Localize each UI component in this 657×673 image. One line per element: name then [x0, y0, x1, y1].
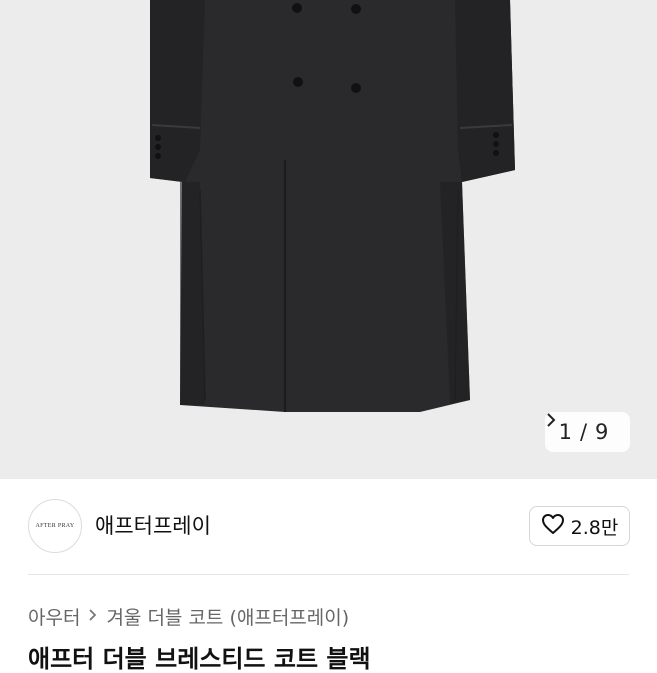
image-counter-current: 1: [558, 420, 572, 444]
product-image-carousel[interactable]: 1 / 9: [0, 0, 657, 479]
seller-name[interactable]: 애프터프레이: [95, 510, 211, 540]
image-counter-total: 9: [595, 420, 609, 444]
breadcrumb-item-category[interactable]: 겨울 더블 코트 (애프터프레이): [106, 603, 349, 630]
seller-avatar[interactable]: AFTER PRAY: [28, 499, 82, 553]
chevron-right-icon: [88, 607, 98, 627]
breadcrumb-item-outer[interactable]: 아우터: [28, 603, 80, 630]
coat-image: [150, 0, 515, 412]
like-button[interactable]: 2.8만: [529, 506, 630, 546]
image-counter-separator: /: [579, 420, 588, 444]
product-title: 애프터 더블 브레스티드 코트 블랙: [28, 645, 371, 673]
divider: [28, 574, 629, 575]
heart-outline-icon: [541, 513, 565, 540]
image-counter-button[interactable]: 1 / 9: [545, 412, 630, 452]
breadcrumb: 아우터 겨울 더블 코트 (애프터프레이): [28, 603, 349, 630]
avatar-logo-text: AFTER PRAY: [35, 523, 75, 529]
like-count: 2.8만: [570, 516, 619, 539]
